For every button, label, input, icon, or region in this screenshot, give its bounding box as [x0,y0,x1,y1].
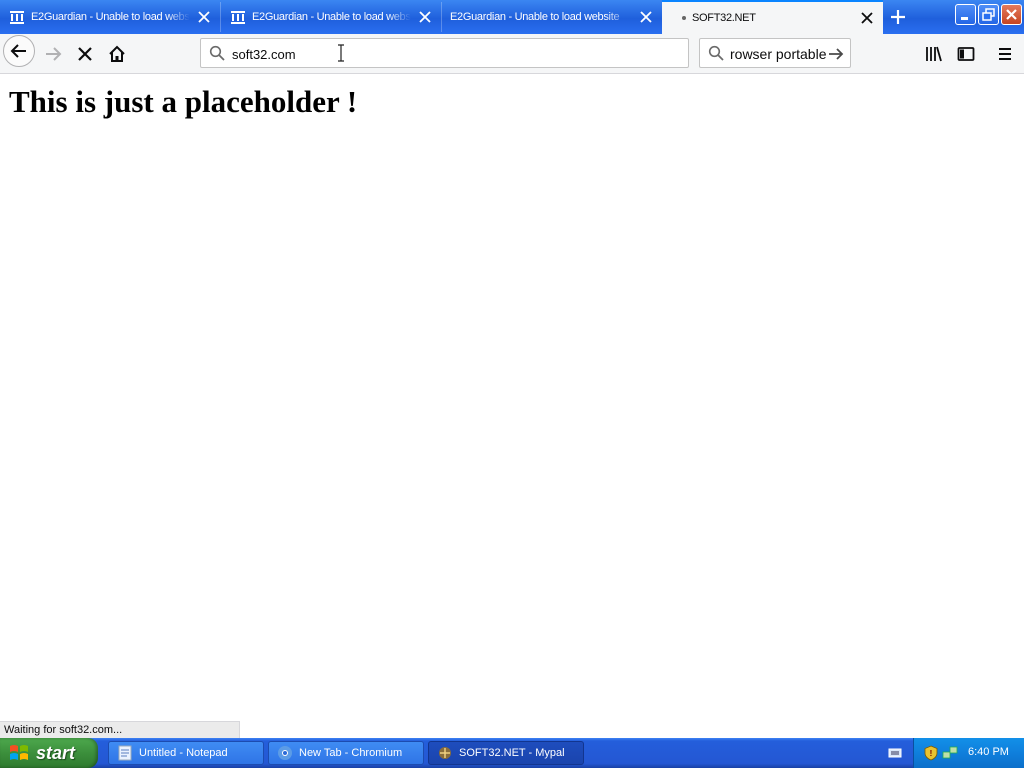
taskbar-item-label: Untitled - Notepad [139,747,228,759]
tab-strip: E2Guardian - Unable to load website E2Gu… [0,0,1024,34]
museum-favicon-icon [10,11,24,24]
search-bar[interactable]: rowser portable [699,38,851,68]
url-bar[interactable]: soft32.com [200,38,689,68]
tab-e2guardian-2[interactable]: E2Guardian - Unable to load website [221,2,442,32]
mypal-icon [439,747,451,759]
clock: 6:40 PM [968,746,1009,758]
close-tab-icon[interactable] [198,11,210,23]
system-tray: ! 6:40 PM [913,738,1024,768]
tab-title: E2Guardian - Unable to load website [31,11,190,23]
taskbar-item-chromium[interactable]: New Tab - Chromium [268,741,424,765]
minimize-button[interactable] [955,4,976,25]
search-icon [708,45,724,61]
close-tab-icon[interactable] [861,12,873,24]
svg-text:!: ! [930,749,933,758]
restore-icon [982,8,995,21]
new-tab-plus-icon[interactable] [887,6,909,28]
security-shield-icon[interactable]: ! [923,745,939,761]
url-text: soft32.com [232,47,296,62]
tab-e2guardian-3[interactable]: E2Guardian - Unable to load website [442,2,662,32]
hamburger-menu-icon[interactable] [996,45,1014,63]
stop-button[interactable] [70,39,100,69]
close-window-button[interactable] [1001,4,1022,25]
tab-soft32[interactable]: SOFT32.NET [662,0,883,34]
loading-dot-icon [682,16,686,20]
taskbar-item-notepad[interactable]: Untitled - Notepad [108,741,264,765]
stop-x-icon [78,47,92,61]
home-button[interactable] [102,39,132,69]
close-window-icon [1006,9,1017,20]
forward-button[interactable] [38,39,68,69]
back-button[interactable] [3,35,35,67]
taskbar: start Untitled - Notepad New Tab - Chrom… [0,738,1024,768]
status-bar: Waiting for soft32.com... [0,721,240,738]
tab-title: E2Guardian - Unable to load website [450,11,620,23]
close-tab-icon[interactable] [419,11,431,23]
tab-title: E2Guardian - Unable to load website [252,11,411,23]
search-icon [209,45,225,61]
home-icon [109,45,125,62]
keyboard-icon[interactable] [888,746,902,760]
windows-logo-icon [10,745,28,760]
taskbar-item-label: SOFT32.NET - Mypal [459,747,565,759]
network-icon[interactable] [942,745,958,761]
minimize-icon [961,17,968,20]
text-cursor-icon [338,44,344,62]
museum-favicon-icon [231,11,245,24]
close-tab-icon[interactable] [640,11,652,23]
taskbar-item-mypal[interactable]: SOFT32.NET - Mypal [428,741,584,765]
page-content: This is just a placeholder ! [0,74,1024,738]
taskbar-item-label: New Tab - Chromium [299,747,403,759]
tab-e2guardian-1[interactable]: E2Guardian - Unable to load website [0,2,221,32]
notepad-icon [118,745,132,761]
chromium-icon [278,746,292,760]
start-label: start [36,742,76,763]
search-text: rowser portable [730,46,827,62]
tab-title: SOFT32.NET [692,12,756,24]
library-icon[interactable] [925,45,943,63]
restore-button[interactable] [978,4,999,25]
nav-toolbar: soft32.com rowser portable [0,34,1024,74]
forward-arrow-icon [46,47,62,61]
search-go-arrow-icon[interactable] [828,46,844,62]
start-button[interactable]: start [0,738,98,768]
back-arrow-icon [10,44,26,58]
sidebar-icon[interactable] [957,45,975,63]
page-heading: This is just a placeholder ! [9,84,358,119]
